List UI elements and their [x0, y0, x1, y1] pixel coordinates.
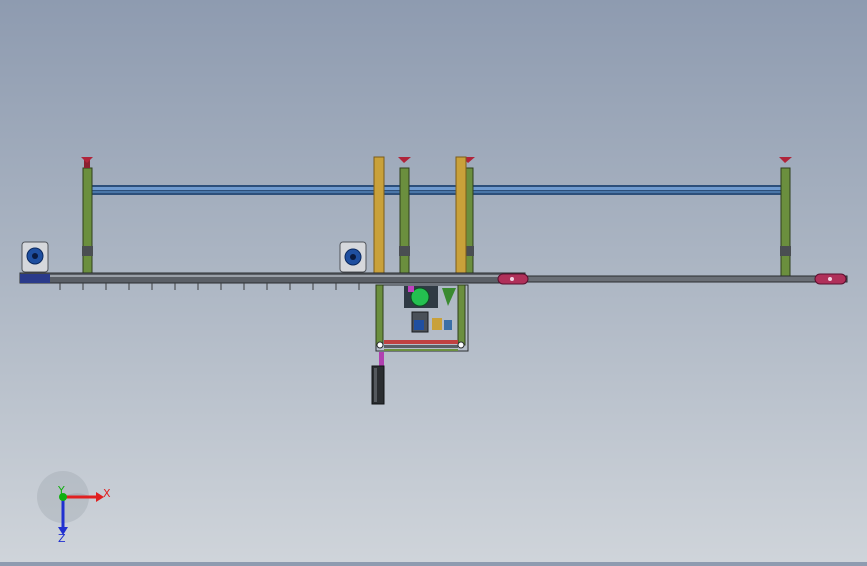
end-cap-mid [497, 273, 529, 285]
end-cap-right [814, 273, 847, 285]
x-axis-label: X [103, 487, 111, 500]
support-column-right [779, 157, 792, 281]
rack-teeth [59, 283, 360, 290]
motor-left [21, 241, 49, 273]
z-axis-label: Z [58, 532, 66, 545]
support-column-left [81, 157, 93, 281]
cad-viewport[interactable]: X Y Z [0, 0, 867, 562]
carriage-upright-left [373, 156, 385, 276]
main-rail [19, 272, 848, 284]
y-axis-label: Y [57, 484, 65, 497]
carriage-assembly [375, 284, 469, 352]
tool-arm [371, 352, 385, 405]
upper-crossbeam [86, 185, 790, 195]
motor-middle [339, 241, 367, 273]
carriage-upright-right [455, 156, 467, 276]
support-column-mid [398, 157, 411, 281]
axis-triad: X Y Z [37, 471, 111, 545]
